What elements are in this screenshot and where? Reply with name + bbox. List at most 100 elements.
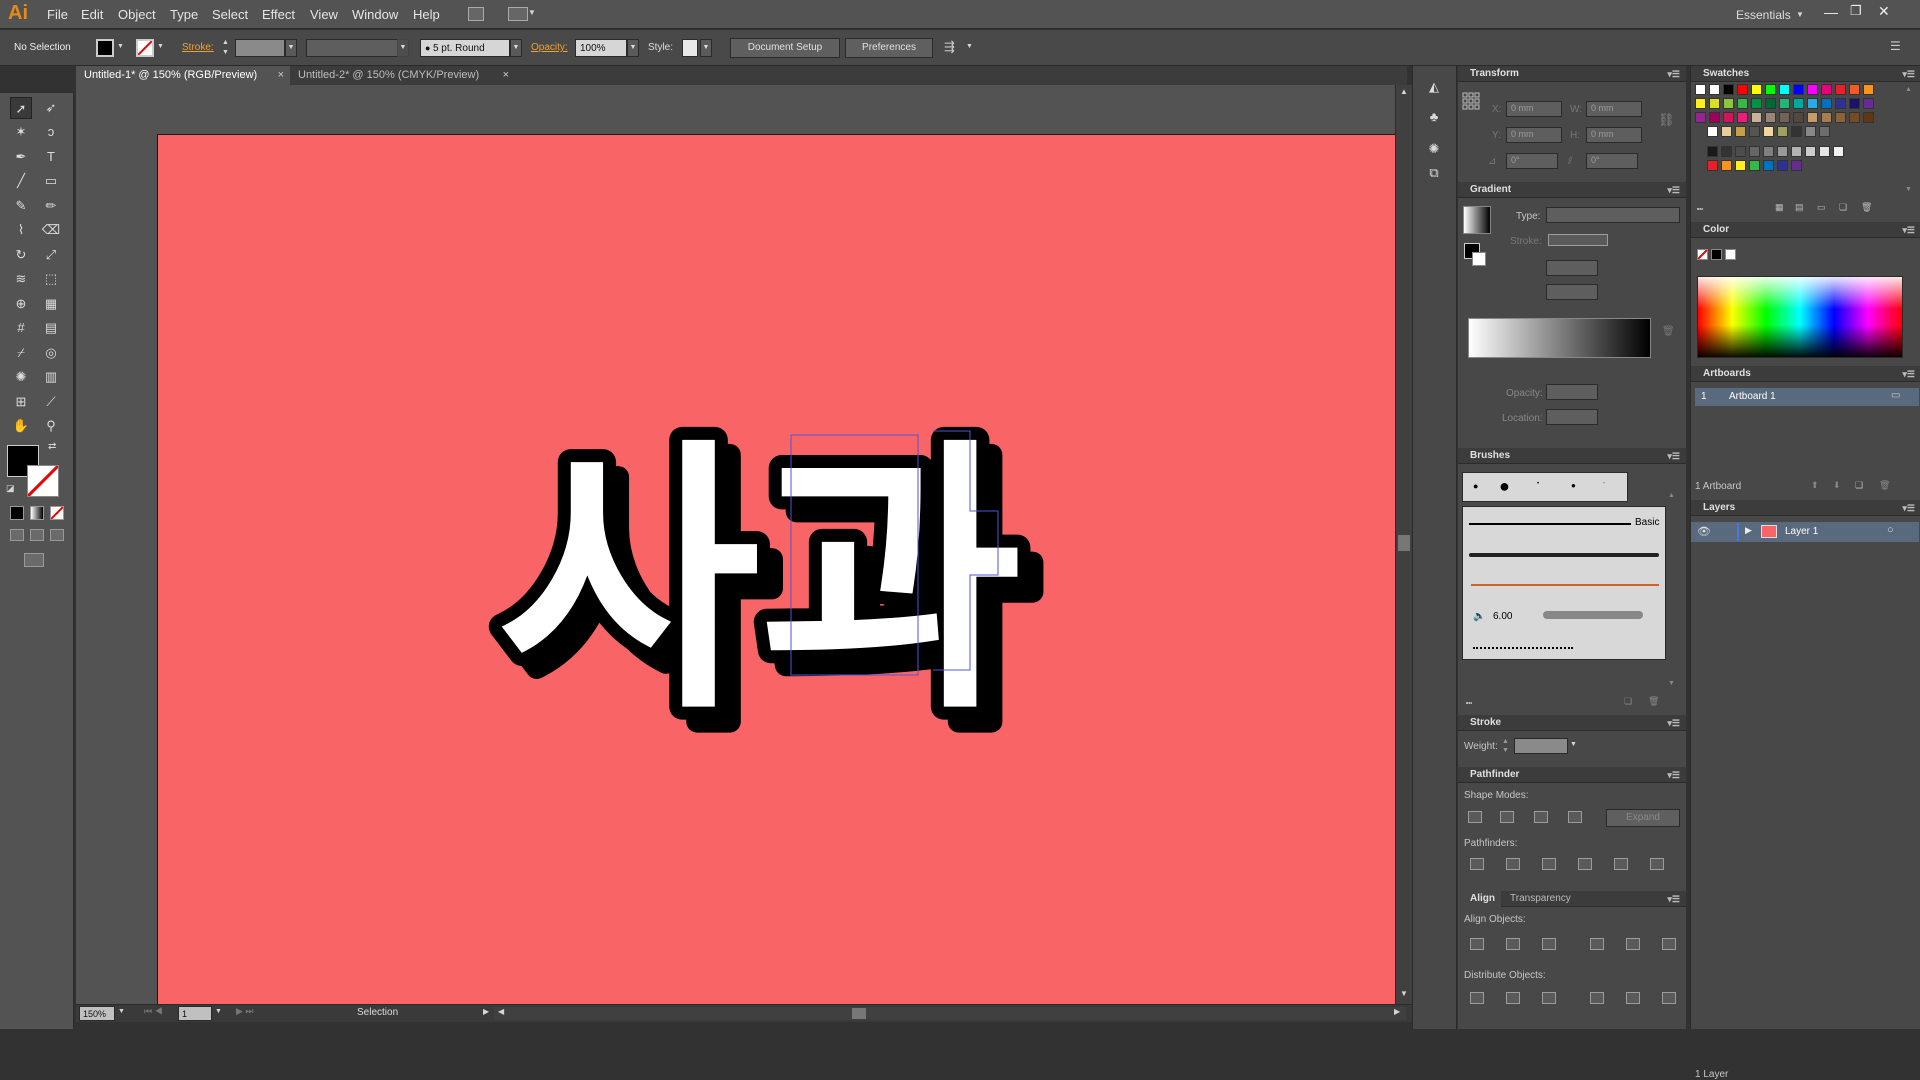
layer-name[interactable]: Layer 1 [1785,526,1818,537]
color-spectrum[interactable] [1697,276,1903,358]
mesh-tool-icon[interactable]: # [10,317,32,339]
color-swatch[interactable] [1721,160,1732,171]
restore-icon[interactable]: ❐ [1850,3,1862,19]
move-down-icon[interactable]: ⬇ [1833,480,1841,491]
color-swatch[interactable] [1763,126,1774,137]
paintbrush-tool-icon[interactable]: ✎ [10,195,32,217]
style-dropdown-icon[interactable]: ▼ [700,39,712,57]
new-artboard-icon[interactable]: ❏ [1855,480,1863,491]
delete-artboard-icon[interactable]: 🗑 [1879,480,1890,491]
color-none-swatch[interactable] [1697,249,1708,260]
panel-menu-icon[interactable]: ▾☰ [1667,767,1680,783]
new-brush-icon[interactable]: ❏ [1624,696,1632,707]
swatch-scroll-up-icon[interactable]: ▲ [1905,86,1912,93]
x-field[interactable]: 0 mm [1506,101,1562,117]
fill-color-swatch[interactable] [96,39,114,57]
color-swatch[interactable] [1863,112,1874,123]
transform-panel-header[interactable]: Transform ▾☰ [1458,66,1686,82]
color-swatch[interactable] [1777,126,1788,137]
menu-object[interactable]: Object [118,7,156,22]
rotate-tool-icon[interactable]: ↻ [10,244,32,266]
color-swatch[interactable] [1805,126,1816,137]
panel-menu-icon[interactable]: ▾☰ [1667,715,1680,731]
brush-scroll-up-icon[interactable]: ▲ [1668,492,1675,499]
new-color-group-icon[interactable]: ▭ [1817,202,1826,213]
delete-brush-icon[interactable]: 🗑 [1648,696,1659,707]
free-transform-tool-icon[interactable]: ⬚ [40,268,62,290]
color-swatch[interactable] [1765,112,1776,123]
zoom-dropdown-icon[interactable]: ▼ [118,1008,125,1015]
brush-list[interactable]: Basic 🔈 6.00 [1462,506,1666,660]
color-swatch[interactable] [1735,160,1746,171]
color-swatch[interactable] [1819,146,1830,157]
weight-stepper-icon[interactable]: ▲ ▼ [1502,737,1509,755]
none-mode-icon[interactable] [50,506,64,520]
artboard-dropdown-icon[interactable]: ▼ [215,1008,222,1015]
h-field[interactable]: 0 mm [1586,127,1642,143]
color-swatch[interactable] [1751,84,1762,95]
shape-builder-tool-icon[interactable]: ⊕ [10,293,32,315]
color-swatch[interactable] [1821,98,1832,109]
column-graph-tool-icon[interactable]: ▥ [40,366,62,388]
panel-menu-icon[interactable]: ▾☰ [1902,500,1915,516]
swatch-libraries-icon[interactable]: ⑉ [1697,202,1703,213]
delete-stop-icon[interactable]: 🗑 [1662,326,1675,337]
navigator-icon[interactable]: ◭ [1423,76,1445,98]
draw-inside-icon[interactable] [50,529,64,541]
color-swatch[interactable] [1791,126,1802,137]
outline-icon[interactable] [1614,858,1628,870]
direct-selection-tool-icon[interactable]: ➶ [40,97,62,119]
magic-wand-tool-icon[interactable]: ✶ [10,121,32,143]
gradient-type-select[interactable] [1546,207,1680,223]
gradient-stroke-swatch[interactable] [1472,252,1486,266]
artboard-options-icon[interactable]: ▭ [1891,390,1900,401]
divide-icon[interactable] [1470,858,1484,870]
reference-point-icon[interactable] [1462,92,1480,110]
color-swatch[interactable] [1807,84,1818,95]
color-swatch[interactable] [1751,98,1762,109]
color-swatch[interactable] [1791,146,1802,157]
vertical-align-top-icon[interactable] [1590,938,1604,950]
menu-view[interactable]: View [310,7,338,22]
color-swatch[interactable] [1749,126,1760,137]
tab-close-icon[interactable]: × [503,66,509,85]
color-swatch[interactable] [1709,84,1720,95]
color-swatch[interactable] [1777,146,1788,157]
stroke-panel-header[interactable]: Stroke ▾☰ [1458,715,1686,731]
color-swatch[interactable] [1833,146,1844,157]
swatch-options-icon[interactable]: ▤ [1795,202,1804,213]
opacity-dropdown-icon[interactable]: ▼ [627,39,639,57]
color-swatch[interactable] [1723,84,1734,95]
close-icon[interactable]: ✕ [1878,3,1890,20]
status-menu-icon[interactable]: ▶ [483,1007,489,1016]
minimize-icon[interactable]: — [1824,4,1838,20]
stroke-weight-input[interactable] [1514,738,1568,754]
control-panel-menu-icon[interactable]: ☰ [1890,39,1901,53]
color-swatch[interactable] [1805,146,1816,157]
panel-menu-icon[interactable]: ▾☰ [1902,222,1915,238]
color-swatch[interactable] [1793,98,1804,109]
tab-align[interactable]: Align [1458,891,1501,907]
w-field[interactable]: 0 mm [1586,101,1642,117]
scroll-down-icon[interactable]: ▼ [1400,989,1408,998]
brush-dropdown-icon[interactable]: ▼ [510,39,522,57]
variable-width-field[interactable] [306,39,406,57]
color-swatch[interactable] [1695,84,1706,95]
vertical-align-center-icon[interactable] [1626,938,1640,950]
symbols-icon[interactable]: ♣ [1423,106,1445,128]
color-swatch[interactable] [1779,84,1790,95]
color-swatch[interactable] [1735,146,1746,157]
layers-panel-header[interactable]: Layers ▾☰ [1691,500,1920,516]
vertical-scrollbar[interactable]: ▲ ▼ [1395,85,1412,1004]
gradient-panel-header[interactable]: Gradient ▾☰ [1458,182,1686,198]
panel-menu-icon[interactable]: ▾☰ [1667,66,1680,82]
color-swatch[interactable] [1807,98,1818,109]
tab-untitled-2[interactable]: Untitled-2* @ 150% (CMYK/Preview) × [290,66,515,85]
brush-scroll-down-icon[interactable]: ▼ [1668,680,1675,687]
crop-icon[interactable] [1578,858,1592,870]
slice-tool-icon[interactable]: ⟋ [40,391,62,413]
stroke-color-swatch[interactable] [136,39,154,57]
color-swatch[interactable] [1709,98,1720,109]
blend-tool-icon[interactable]: ◎ [40,342,62,364]
visibility-icon[interactable]: 👁 [1697,525,1711,538]
